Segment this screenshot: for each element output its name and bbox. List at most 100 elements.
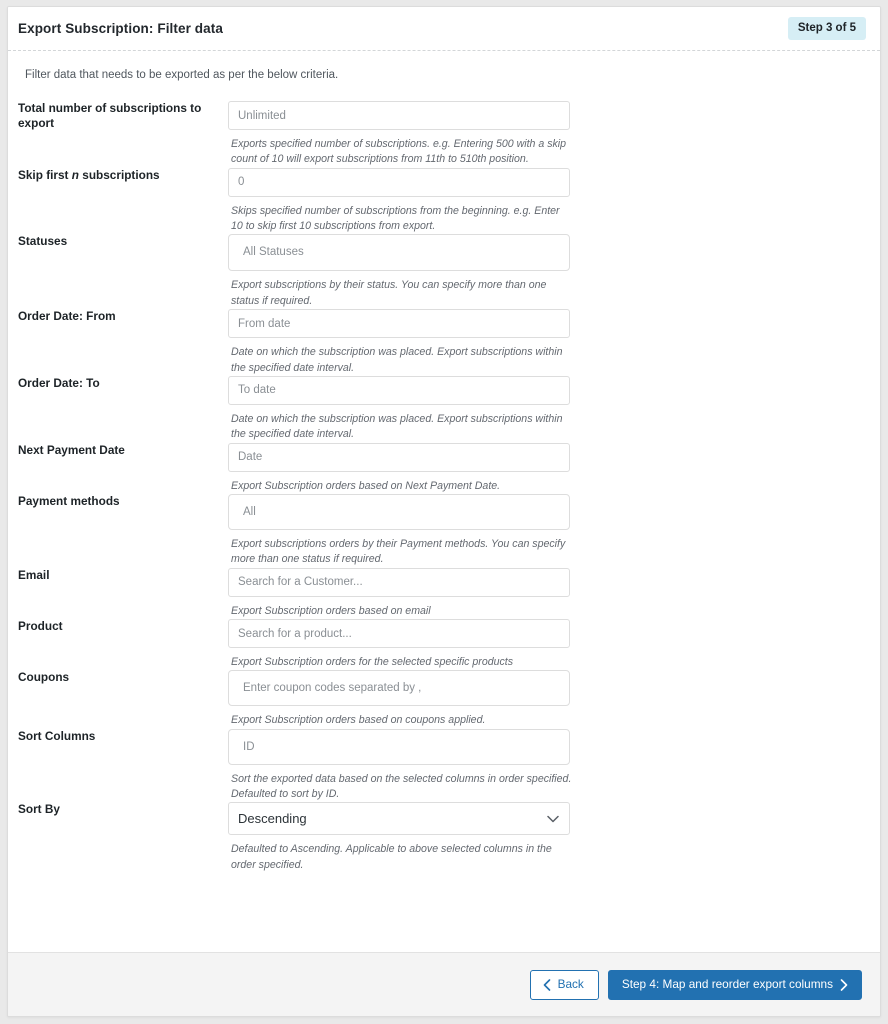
field-wrap: Export Subscription orders based on Next… (228, 442, 570, 494)
field-control-cell: ID Sort the exported data based on the se… (228, 728, 870, 803)
field-label-text: Sort Columns (18, 728, 96, 743)
field-description: Date on which the subscription was place… (231, 412, 563, 441)
sort-by-select[interactable]: Descending (228, 802, 570, 836)
field-description: Export Subscription orders based on emai… (231, 604, 431, 617)
text-input[interactable] (228, 101, 570, 130)
form-row: Email Export Subscription orders based on… (18, 567, 870, 619)
next-step-button-label: Step 4: Map and reorder export columns (621, 976, 833, 991)
field-control-cell: All Statuses Export subscriptions by thei… (228, 234, 870, 309)
text-input[interactable] (228, 442, 570, 472)
field-label-text: Payment methods (18, 493, 120, 508)
field-description: Skips specified number of subscriptions … (231, 204, 560, 233)
field-label-emphasis: n (71, 167, 79, 182)
field-label-text: Total number of subscriptions to export (18, 101, 202, 131)
next-step-button[interactable]: Step 4: Map and reorder export columns (607, 969, 862, 1000)
field-wrap: All Statuses Export subscriptions by thei… (228, 234, 570, 309)
field-label-text-end: subscriptions (78, 167, 160, 182)
field-description: Export Subscription orders based on Next… (231, 479, 501, 492)
form-row: Order Date: To Date on which the subscrip… (18, 375, 870, 443)
field-label: Total number of subscriptions to export (18, 101, 228, 168)
card-body: Filter data that needs to be exported as… (8, 51, 880, 952)
field-wrap: Descending Defaulted to Ascending. Applic… (228, 802, 570, 873)
field-description: Defaulted to Ascending. Applicable to ab… (231, 843, 552, 871)
text-input[interactable] (228, 375, 570, 405)
field-wrap: Exports specified number of subscription… (228, 101, 570, 168)
field-label-text: Sort By (18, 802, 60, 817)
field-control-cell: Export Subscription orders based on emai… (228, 567, 870, 619)
field-label: Order Date: From (18, 309, 228, 376)
multiselect-field[interactable]: All Statuses (228, 234, 570, 272)
text-input[interactable] (228, 167, 570, 197)
filter-form-table: Total number of subscriptions to export E… (18, 101, 870, 873)
page-title: Export Subscription: Filter data (18, 21, 223, 36)
field-label: Sort Columns (18, 729, 228, 803)
back-button[interactable]: Back (529, 969, 599, 1000)
field-label: Product (18, 619, 228, 670)
chevron-left-icon (543, 978, 551, 991)
multiselect-field[interactable]: Enter coupon codes separated by , (228, 670, 570, 707)
card-header: Export Subscription: Filter data Step 3 … (8, 7, 880, 51)
field-label-text: Coupons (18, 670, 70, 685)
field-label-text: Order Date: To (18, 375, 100, 390)
form-row: Skip first n subscriptionsSkips specifie… (18, 167, 870, 235)
field-label-text: Product (18, 619, 63, 634)
field-label: Next Payment Date (18, 443, 228, 494)
chevron-right-icon (840, 978, 848, 991)
field-label-text: Skip first (18, 167, 72, 182)
field-label: Payment methods (18, 494, 228, 568)
export-wizard-card: Export Subscription: Filter data Step 3 … (7, 6, 881, 1017)
text-input[interactable] (228, 619, 570, 649)
field-label: Statuses (18, 234, 228, 309)
back-button-label: Back (557, 976, 584, 991)
field-wrap: Skips specified number of subscriptions … (228, 167, 570, 235)
field-label: Email (18, 568, 228, 619)
field-label-text: Statuses (18, 234, 68, 249)
form-row: Statuses All Statuses Export subscriptions… (18, 234, 870, 309)
field-control-cell: Exports specified number of subscription… (228, 101, 870, 168)
field-wrap: Date on which the subscription was place… (228, 309, 570, 376)
field-label: Order Date: To (18, 376, 228, 443)
field-description: Export subscriptions orders by their Pay… (231, 537, 566, 566)
field-label-text: Next Payment Date (18, 442, 125, 457)
form-row: Payment methods All Export subscriptions o… (18, 493, 870, 568)
field-description: Sort the exported data based on the sele… (231, 772, 572, 801)
field-wrap: Date on which the subscription was place… (228, 375, 570, 443)
form-row: Next Payment Date Export Subscription ord… (18, 442, 870, 494)
select-wrap: Descending (228, 802, 570, 836)
form-row: Coupons Enter coupon codes separated by ,… (18, 670, 870, 728)
intro-text: Filter data that needs to be exported as… (25, 69, 339, 81)
field-control-cell: Date on which the subscription was place… (228, 309, 870, 376)
page-background: Export Subscription: Filter data Step 3 … (0, 0, 888, 1024)
field-control-cell: Skips specified number of subscriptions … (228, 167, 870, 235)
field-wrap: All Export subscriptions orders by their … (228, 493, 570, 568)
field-wrap: Export Subscription orders for the selec… (228, 619, 570, 670)
field-description: Date on which the subscription was place… (231, 346, 563, 374)
form-row: Sort Columns ID Sort the exported data bas… (18, 728, 870, 803)
field-wrap: ID Sort the exported data based on the se… (228, 728, 572, 803)
form-row: Product Export Subscription orders for th… (18, 619, 870, 670)
form-row: Order Date: From Date on which the subscr… (18, 309, 870, 376)
card-footer: Back Step 4: Map and reorder export colu… (8, 952, 880, 1016)
multiselect-field[interactable]: All (228, 493, 570, 530)
status-badge: Step 3 of 5 (787, 16, 866, 41)
field-label: Skip first n subscriptions (18, 168, 228, 235)
form-row: Sort By Descending Defaulted to Ascending.… (18, 802, 870, 873)
field-control-cell: Enter coupon codes separated by , Export … (228, 670, 870, 728)
field-label-text: Order Date: From (18, 309, 116, 324)
field-control-cell: Descending Defaulted to Ascending. Applic… (228, 802, 870, 873)
field-control-cell: Export Subscription orders based on Next… (228, 442, 870, 494)
field-label: Sort By (18, 802, 228, 873)
multiselect-field[interactable]: ID (228, 728, 570, 765)
form-row: Total number of subscriptions to export E… (18, 101, 870, 168)
field-label: Coupons (18, 670, 228, 728)
field-wrap: Export Subscription orders based on emai… (228, 567, 570, 619)
field-control-cell: Export Subscription orders for the selec… (228, 619, 870, 670)
field-description: Exports specified number of subscription… (231, 138, 567, 166)
field-control-cell: All Export subscriptions orders by their … (228, 493, 870, 568)
field-description: Export subscriptions by their status. Yo… (231, 279, 547, 307)
text-input[interactable] (228, 309, 570, 339)
field-description: Export Subscription orders based on coup… (231, 714, 486, 727)
text-input[interactable] (228, 567, 570, 597)
field-wrap: Enter coupon codes separated by , Export … (228, 670, 570, 728)
field-control-cell: Date on which the subscription was place… (228, 375, 870, 443)
